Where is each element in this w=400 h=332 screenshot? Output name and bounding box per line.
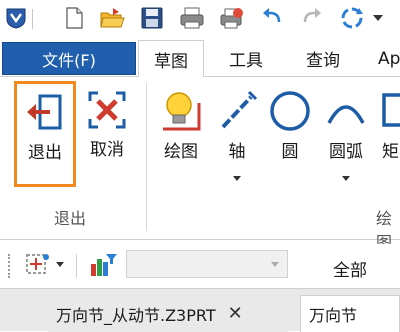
rectangle-button[interactable]: 矩 <box>382 89 400 162</box>
separator <box>76 254 77 278</box>
tab-tools-label: 工具 <box>229 51 263 71</box>
chevron-down-icon[interactable] <box>368 4 388 32</box>
lightbulb-icon <box>163 92 201 131</box>
circle-button[interactable]: 圆 <box>266 89 314 162</box>
filter-all-option[interactable]: 全部 <box>333 256 367 281</box>
ribbon-panel: 退出 取消 绘图 轴 圆 圆弧 矩 退出 绘图 <box>0 77 400 252</box>
axis-button[interactable]: 轴 <box>214 89 260 181</box>
chevron-down-icon[interactable] <box>342 176 350 181</box>
tab-sketch-label: 草图 <box>154 51 188 72</box>
axis-icon <box>221 90 258 129</box>
print-icon[interactable] <box>178 4 206 32</box>
redo-icon[interactable] <box>298 4 326 32</box>
tab-query[interactable]: 查询 <box>290 40 356 77</box>
exit-icon <box>27 94 62 130</box>
cancel-icon <box>88 91 126 129</box>
tab-tools[interactable]: 工具 <box>214 40 278 77</box>
ribbon-tab-bar: 文件(F) 草图 工具 查询 Ap <box>0 40 400 78</box>
document-tab-bar: 万向节_从动节.Z3PRT ✕ 万向节 <box>0 288 400 332</box>
tab-apps-label: Ap <box>378 48 400 69</box>
document-tab-label: 万向节_从动节.Z3PRT <box>56 305 216 325</box>
exit-button-label: 退出 <box>28 143 62 163</box>
group-separator <box>146 83 147 231</box>
quick-access-toolbar <box>0 0 400 38</box>
chevron-down-icon[interactable] <box>56 262 64 267</box>
cancel-button[interactable]: 取消 <box>82 89 132 160</box>
tab-sketch[interactable]: 草图 <box>138 40 204 78</box>
rectangle-button-label: 矩 <box>382 142 399 162</box>
document-tab-active[interactable]: 万向节 <box>300 295 400 332</box>
draw-button[interactable]: 绘图 <box>156 89 206 162</box>
chevron-down-icon[interactable] <box>233 176 241 181</box>
circle-button-label: 圆 <box>281 142 299 162</box>
draw-button-label: 绘图 <box>164 142 198 162</box>
undo-icon[interactable] <box>258 4 286 32</box>
new-file-icon[interactable] <box>60 4 88 32</box>
arc-icon <box>327 105 365 124</box>
document-tab-active-label: 万向节 <box>309 306 358 325</box>
rectangle-icon <box>382 93 400 127</box>
close-icon[interactable]: ✕ <box>228 303 243 324</box>
chevron-down-icon[interactable] <box>271 262 279 267</box>
selection-filter-icon[interactable] <box>24 252 52 278</box>
tab-apps[interactable]: Ap <box>368 40 400 77</box>
separator <box>32 9 33 29</box>
filter-toolbar: 全部 <box>0 244 400 288</box>
exit-button[interactable]: 退出 <box>14 81 76 187</box>
print-preview-icon[interactable] <box>218 4 246 32</box>
tab-query-label: 查询 <box>306 51 340 71</box>
rotate-icon[interactable] <box>338 4 366 32</box>
document-tab[interactable]: 万向节_从动节.Z3PRT ✕ <box>48 295 288 332</box>
arc-button[interactable]: 圆弧 <box>320 89 372 181</box>
filter-combo[interactable] <box>126 250 288 278</box>
open-folder-icon[interactable] <box>98 4 126 32</box>
color-filter-icon[interactable] <box>88 252 118 278</box>
tab-file[interactable]: 文件(F) <box>2 42 136 75</box>
group-label-exit: 退出 <box>54 209 87 228</box>
save-icon[interactable] <box>138 4 166 32</box>
tab-file-label: 文件(F) <box>42 50 96 70</box>
cancel-button-label: 取消 <box>90 140 124 160</box>
circle-icon <box>270 91 310 131</box>
axis-button-label: 轴 <box>228 142 246 162</box>
toolbar-grip[interactable] <box>8 254 14 278</box>
arc-button-label: 圆弧 <box>329 142 363 162</box>
app-logo-icon[interactable] <box>2 4 30 32</box>
